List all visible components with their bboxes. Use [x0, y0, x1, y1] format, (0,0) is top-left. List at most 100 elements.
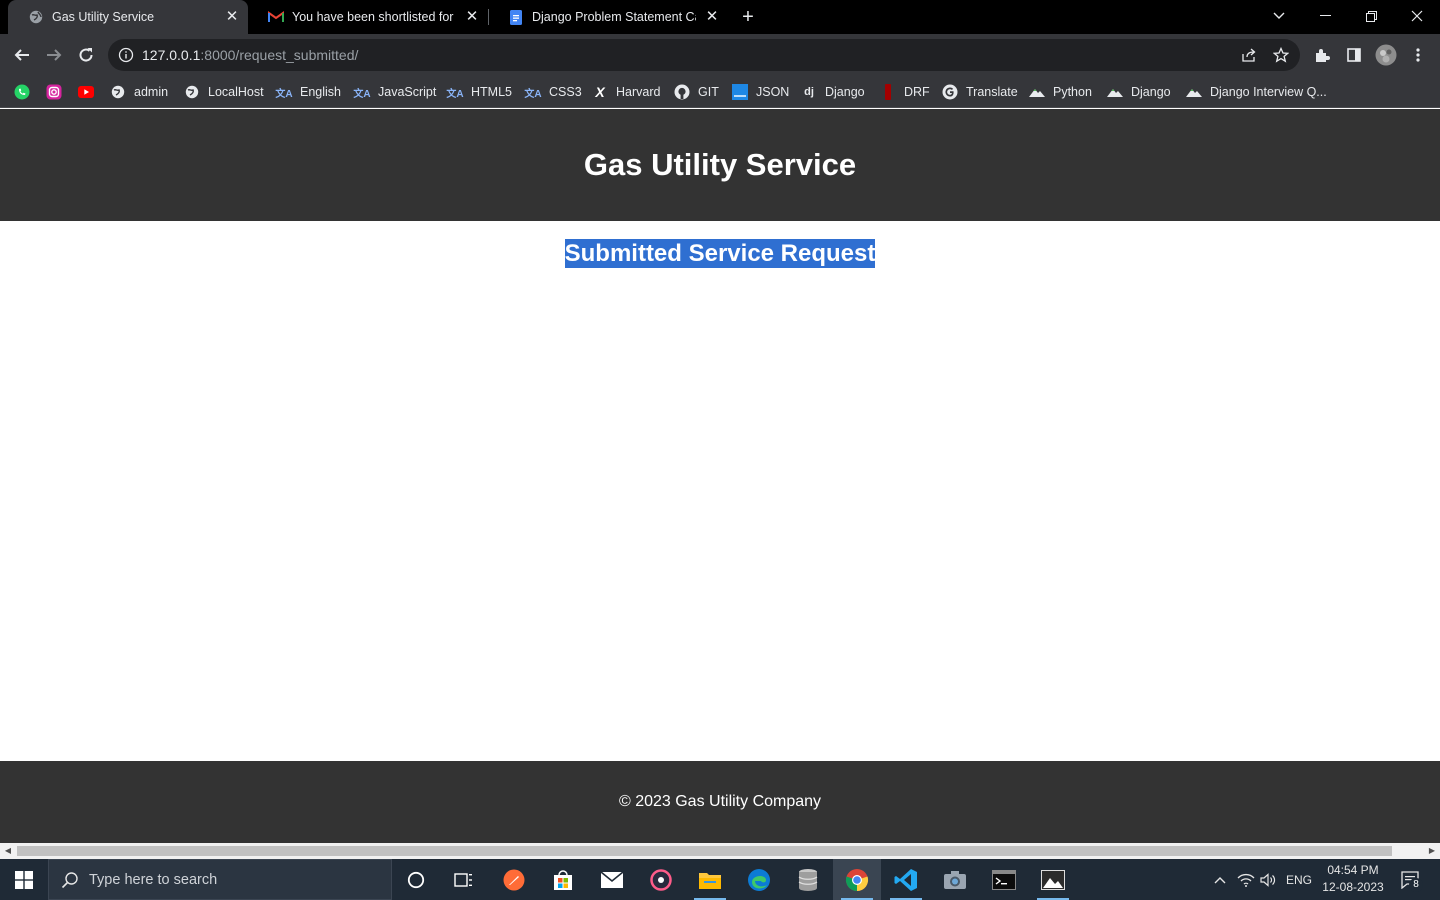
bookmark-label: JavaScript	[378, 85, 437, 99]
reload-button[interactable]	[72, 41, 100, 69]
dj-icon: dj	[804, 86, 814, 98]
tab-search-icon[interactable]	[1256, 0, 1302, 32]
clock-time: 04:54 PM	[1327, 863, 1379, 877]
scroll-left-arrow-icon[interactable]: ◀	[0, 843, 16, 859]
bookmark-english[interactable]: 文A English	[275, 82, 341, 102]
database-icon[interactable]	[784, 859, 832, 900]
tab-gmail[interactable]: You have been shortlisted for the ✕	[248, 0, 488, 34]
chrome-icon[interactable]	[833, 859, 881, 900]
address-bar[interactable]: 127.0.0.1:8000/request_submitted/	[108, 39, 1300, 71]
edge-icon[interactable]	[735, 859, 783, 900]
postman-icon[interactable]	[490, 859, 538, 900]
windows-taskbar: Type here to search ENG 04:54 PM 12-08-2…	[0, 859, 1440, 900]
bookmark-javascript[interactable]: 文A JavaScript	[353, 82, 437, 102]
vscode-icon[interactable]	[882, 859, 930, 900]
forward-button[interactable]	[40, 41, 68, 69]
youtube-icon	[78, 84, 94, 100]
search-icon	[61, 871, 78, 888]
windows-logo-icon	[15, 870, 33, 889]
bookmark-css3[interactable]: 文A CSS3	[524, 82, 581, 102]
profile-avatar[interactable]	[1375, 44, 1397, 66]
bookmark-star-icon[interactable]	[1272, 46, 1290, 63]
bookmark-label: admin	[134, 85, 169, 99]
instagram-icon	[46, 84, 62, 100]
notification-center-icon[interactable]: 8	[1396, 859, 1424, 900]
side-panel-icon[interactable]	[1344, 45, 1364, 65]
share-icon[interactable]	[1241, 47, 1257, 63]
mountain-icon	[1029, 84, 1045, 100]
bookmark-python[interactable]: Python	[1029, 82, 1092, 102]
bookmark-json[interactable]: JSON	[732, 82, 789, 102]
bookmark-label: Django	[1131, 85, 1171, 99]
globe-icon	[28, 9, 44, 25]
close-icon[interactable]: ✕	[224, 9, 240, 25]
translate-icon: 文A	[524, 88, 542, 100]
bookmark-localhost[interactable]: LocalHost	[184, 82, 264, 102]
gmail-icon	[268, 9, 284, 25]
translate-icon: 文A	[275, 88, 293, 100]
bookmark-admin[interactable]: admin	[110, 82, 168, 102]
bookmark-harvard[interactable]: X Harvard	[592, 82, 660, 102]
bookmark-label: Django Interview Q...	[1210, 85, 1327, 99]
mountain-icon	[1186, 84, 1202, 100]
restore-button[interactable]	[1348, 0, 1394, 32]
system-clock[interactable]: 04:54 PM 12-08-2023	[1318, 862, 1388, 896]
globe-icon	[184, 84, 200, 100]
camera-icon[interactable]	[931, 859, 979, 900]
microsoft-store-icon[interactable]	[539, 859, 587, 900]
url-host: 127.0.0.1	[142, 47, 201, 63]
mountain-icon	[1107, 84, 1123, 100]
volume-icon[interactable]	[1258, 859, 1278, 900]
bookmark-instagram[interactable]	[46, 82, 62, 102]
bookmark-html5[interactable]: 文A HTML5	[446, 82, 512, 102]
close-icon[interactable]: ✕	[704, 9, 720, 25]
menu-kebab-icon[interactable]	[1408, 45, 1428, 65]
input-language[interactable]: ENG	[1282, 859, 1316, 900]
new-tab-button[interactable]: +	[736, 5, 760, 29]
translate-icon: 文A	[446, 88, 464, 100]
drf-icon	[880, 84, 896, 100]
file-explorer-icon[interactable]	[686, 859, 734, 900]
tab-django-problem-statement[interactable]: Django Problem Statement Case ✕	[488, 0, 728, 34]
json-icon	[732, 84, 748, 100]
url-path: :8000/request_submitted/	[200, 47, 359, 63]
media-player-icon[interactable]	[637, 859, 685, 900]
bookmark-label: GIT	[698, 85, 719, 99]
back-button[interactable]	[8, 41, 36, 69]
info-icon[interactable]	[118, 47, 134, 63]
scroll-right-arrow-icon[interactable]: ▶	[1424, 843, 1440, 859]
bookmark-label: Harvard	[616, 85, 661, 99]
bookmark-drf[interactable]: DRF	[880, 82, 930, 102]
start-button[interactable]	[0, 859, 48, 900]
scrollbar-thumb[interactable]	[17, 846, 1392, 856]
bookmark-whatsapp[interactable]	[14, 82, 30, 102]
bookmark-git[interactable]: GIT	[674, 82, 719, 102]
extensions-icon[interactable]	[1312, 45, 1332, 65]
task-view-icon[interactable]	[440, 859, 488, 900]
bookmark-django-2[interactable]: Django	[1107, 82, 1171, 102]
tab-gas-utility-service[interactable]: Gas Utility Service ✕	[8, 0, 248, 34]
globe-icon	[110, 84, 126, 100]
photos-icon[interactable]	[1029, 859, 1077, 900]
cortana-icon[interactable]	[392, 859, 440, 900]
bookmark-youtube[interactable]	[78, 82, 94, 102]
show-hidden-icons-chevron-icon[interactable]	[1208, 859, 1232, 900]
google-icon	[942, 84, 958, 100]
bookmark-django-interview[interactable]: Django Interview Q...	[1186, 82, 1327, 102]
browser-tab-bar: Gas Utility Service ✕ You have been shor…	[0, 0, 1440, 34]
close-icon[interactable]: ✕	[464, 9, 480, 25]
mail-icon[interactable]	[588, 859, 636, 900]
terminal-icon[interactable]	[980, 859, 1028, 900]
bookmark-django[interactable]: dj Django	[801, 82, 865, 102]
translate-icon: 文A	[353, 88, 371, 100]
clock-date: 12-08-2023	[1322, 880, 1384, 894]
close-window-button[interactable]	[1394, 0, 1440, 32]
site-header: Gas Utility Service	[0, 109, 1440, 221]
network-wifi-icon[interactable]	[1234, 859, 1258, 900]
x-logo-icon: X	[595, 84, 605, 100]
horizontal-scrollbar[interactable]: ◀ ▶	[0, 843, 1440, 859]
minimize-button[interactable]	[1302, 0, 1348, 32]
bookmark-translate[interactable]: Translate	[942, 82, 1018, 102]
github-icon	[674, 84, 690, 100]
taskbar-search-input[interactable]: Type here to search	[48, 859, 392, 900]
